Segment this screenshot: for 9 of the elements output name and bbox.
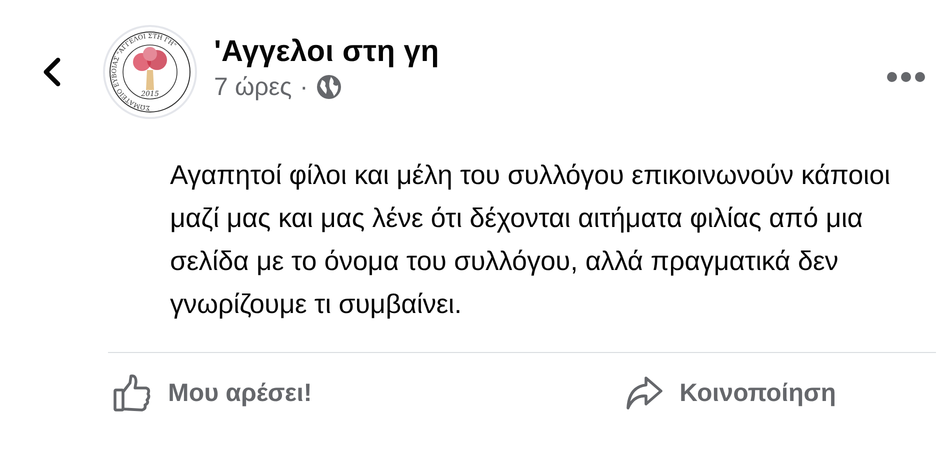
share-button[interactable]: Κοινοποίηση xyxy=(624,373,836,413)
like-button[interactable]: Μου αρέσει! xyxy=(112,373,312,413)
page-name[interactable]: 'Αγγελοι στη γη xyxy=(214,34,886,68)
post-text: Αγαπητοί φίλοι και μέλη του συλλόγου επικοινωνούν κάποιοι μαζί μας και μας λένε ότι δέχονται αιτήματα φιλίας από μια σελίδα με το όνομα του συλλόγου, αλλά πραγματικά δεν γνωρίζουμε τι συμβαίνει. xyxy=(169,159,892,321)
post-time[interactable]: 7 ώρες xyxy=(214,72,292,102)
thumbs-up-icon xyxy=(112,373,152,413)
separator-dot: · xyxy=(300,72,308,102)
globe-icon xyxy=(316,74,342,100)
more-options-icon[interactable] xyxy=(886,70,926,84)
